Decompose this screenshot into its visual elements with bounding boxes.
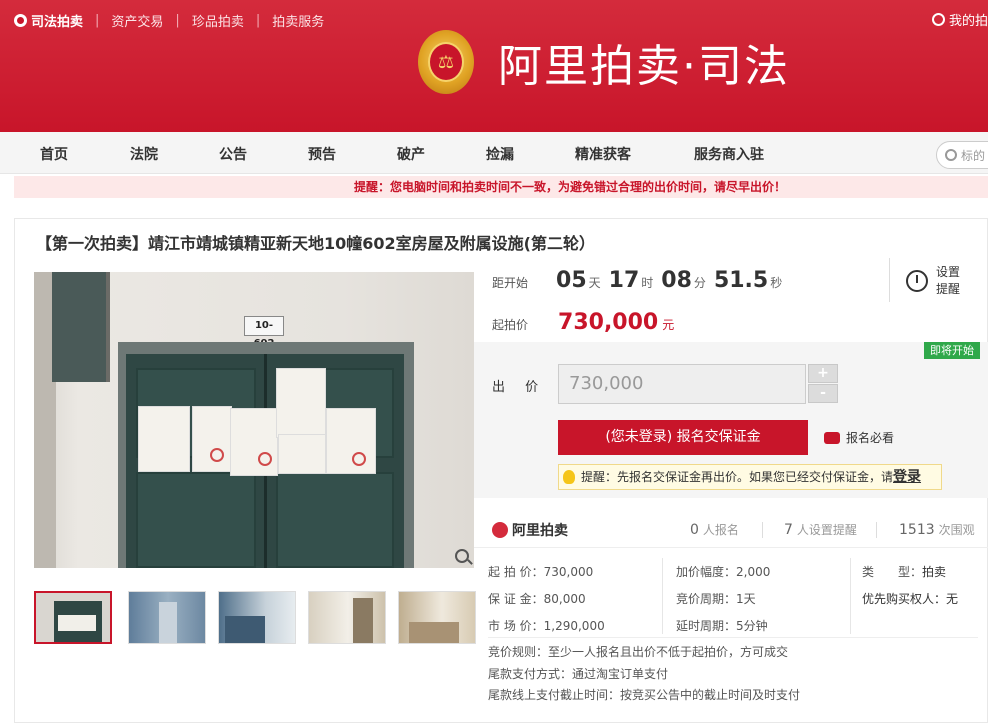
notice-paper <box>326 408 376 474</box>
nav-precise-leads[interactable]: 精准获客 <box>575 144 631 164</box>
top-nav: 司法拍卖 | 资产交易 | 珍品拍卖 | 拍卖服务 <box>14 10 324 30</box>
nav-preview[interactable]: 预告 <box>308 144 336 164</box>
search-icon <box>945 149 957 161</box>
coins-icon <box>824 431 840 444</box>
bid-decrease-button[interactable]: - <box>808 384 838 403</box>
countdown-minutes: 08 <box>661 268 692 293</box>
signup-count: 0 人报名 <box>690 522 739 538</box>
info-bid-rule: 竞价规则：至少一人报名且出价不低于起拍价，方可成交 <box>488 645 789 659</box>
search-input[interactable]: 标的 <box>936 141 988 169</box>
seal-stamp <box>210 448 224 462</box>
info-payment-deadline: 尾款线上支付截止时间：按竞买公告中的截止时间及时支付 <box>488 688 801 702</box>
site-logo[interactable]: ⚖ 阿里拍卖·司法 <box>418 30 790 94</box>
set-reminder-button[interactable]: 设置 提醒 <box>906 264 960 298</box>
topnav-auction-service[interactable]: 拍卖服务 <box>272 11 324 30</box>
info-priority-buyer: 优先购买权人：无 <box>862 592 959 606</box>
notice-paper <box>278 434 326 474</box>
nav-court[interactable]: 法院 <box>130 144 158 164</box>
countdown-seconds: 51.5 <box>713 268 769 293</box>
zoom-icon[interactable] <box>455 549 469 563</box>
notice-paper <box>230 408 278 476</box>
countdown-hours: 17 <box>608 268 640 293</box>
globe-icon <box>14 13 27 27</box>
login-link[interactable]: 登录 <box>893 469 921 485</box>
time-mismatch-notice: 提醒：您电脑时间和拍卖时间不一致，为避免错过合理的出价时间，请尽早出价！ <box>14 176 988 198</box>
info-start-price: 起 拍 价：730,000 <box>488 565 594 579</box>
topnav-asset-trading[interactable]: 资产交易 <box>111 11 163 30</box>
court-emblem-icon: ⚖ <box>418 30 474 94</box>
ali-auction-logo: 阿里拍卖 <box>492 520 568 540</box>
sifa-auction-link[interactable]: 司法拍卖 <box>14 11 83 30</box>
bid-input[interactable]: 730,000 <box>558 364 806 404</box>
nav-service-provider[interactable]: 服务商入驻 <box>694 144 764 164</box>
start-price-value: 730,000 <box>558 310 659 335</box>
lightbulb-icon <box>563 470 575 484</box>
window <box>52 272 110 382</box>
reminder-count: 7 人设置提醒 <box>784 522 857 538</box>
nav-home[interactable]: 首页 <box>40 144 68 164</box>
nav-bargain[interactable]: 捡漏 <box>486 144 514 164</box>
bid-increase-button[interactable]: + <box>808 364 838 383</box>
notice-paper <box>138 406 190 472</box>
my-auction-link[interactable]: 我的拍 <box>931 10 988 29</box>
info-deposit: 保 证 金：80,000 <box>488 592 586 606</box>
notice-paper <box>192 406 232 472</box>
nav-announcement[interactable]: 公告 <box>219 144 247 164</box>
info-bid-cycle: 竞价周期：1天 <box>676 592 756 606</box>
nav-bankruptcy[interactable]: 破产 <box>397 144 425 164</box>
logo-text: 阿里拍卖·司法 <box>498 41 790 92</box>
user-icon <box>931 13 945 26</box>
countdown-days: 05 <box>556 268 587 293</box>
door-plate: 10-602 <box>244 316 284 349</box>
start-price: 起拍价 730,000 元 <box>492 310 675 335</box>
thumbnail-4[interactable] <box>308 591 386 644</box>
signup-deposit-button[interactable]: (您未登录) 报名交保证金 <box>558 420 808 455</box>
main-nav: 首页 法院 公告 预告 破产 捡漏 精准获客 服务商入驻 <box>0 132 988 174</box>
info-market-price: 市 场 价：1,290,000 <box>488 619 605 633</box>
topnav-treasure-auction[interactable]: 珍品拍卖 <box>192 11 244 30</box>
ali-logo-icon <box>492 522 508 538</box>
thumbnail-2[interactable] <box>128 591 206 644</box>
countdown: 距开始 05 天 17 时 08 分 51.5 秒 <box>492 268 783 293</box>
alarm-clock-icon <box>906 270 928 292</box>
thumbnail-1[interactable] <box>34 591 112 644</box>
main-photo[interactable]: 10-602 <box>34 272 474 568</box>
status-badge: 即将开始 <box>924 342 980 359</box>
thumbnail-5[interactable] <box>398 591 476 644</box>
deposit-tip: 提醒：先报名交保证金再出价。如果您已经交付保证金，请登录 <box>558 464 942 490</box>
notice-paper <box>276 368 326 438</box>
view-count: 1513 次围观 <box>899 522 975 538</box>
thumbnail-3[interactable] <box>218 591 296 644</box>
bid-label: 出 价 <box>492 380 547 395</box>
seal-stamp <box>352 452 366 466</box>
info-payment-method: 尾款支付方式：通过淘宝订单支付 <box>488 667 669 681</box>
must-read-link[interactable]: 报名必看 <box>824 429 894 446</box>
item-title: 【第一次拍卖】靖江市靖城镇精亚新天地10幢602室房屋及附属设施(第二轮） <box>36 234 595 253</box>
info-delay-cycle: 延时周期：5分钟 <box>676 619 768 633</box>
info-type: 类 型：拍卖 <box>862 565 947 579</box>
seal-stamp <box>258 452 272 466</box>
info-increment: 加价幅度：2,000 <box>676 565 771 579</box>
